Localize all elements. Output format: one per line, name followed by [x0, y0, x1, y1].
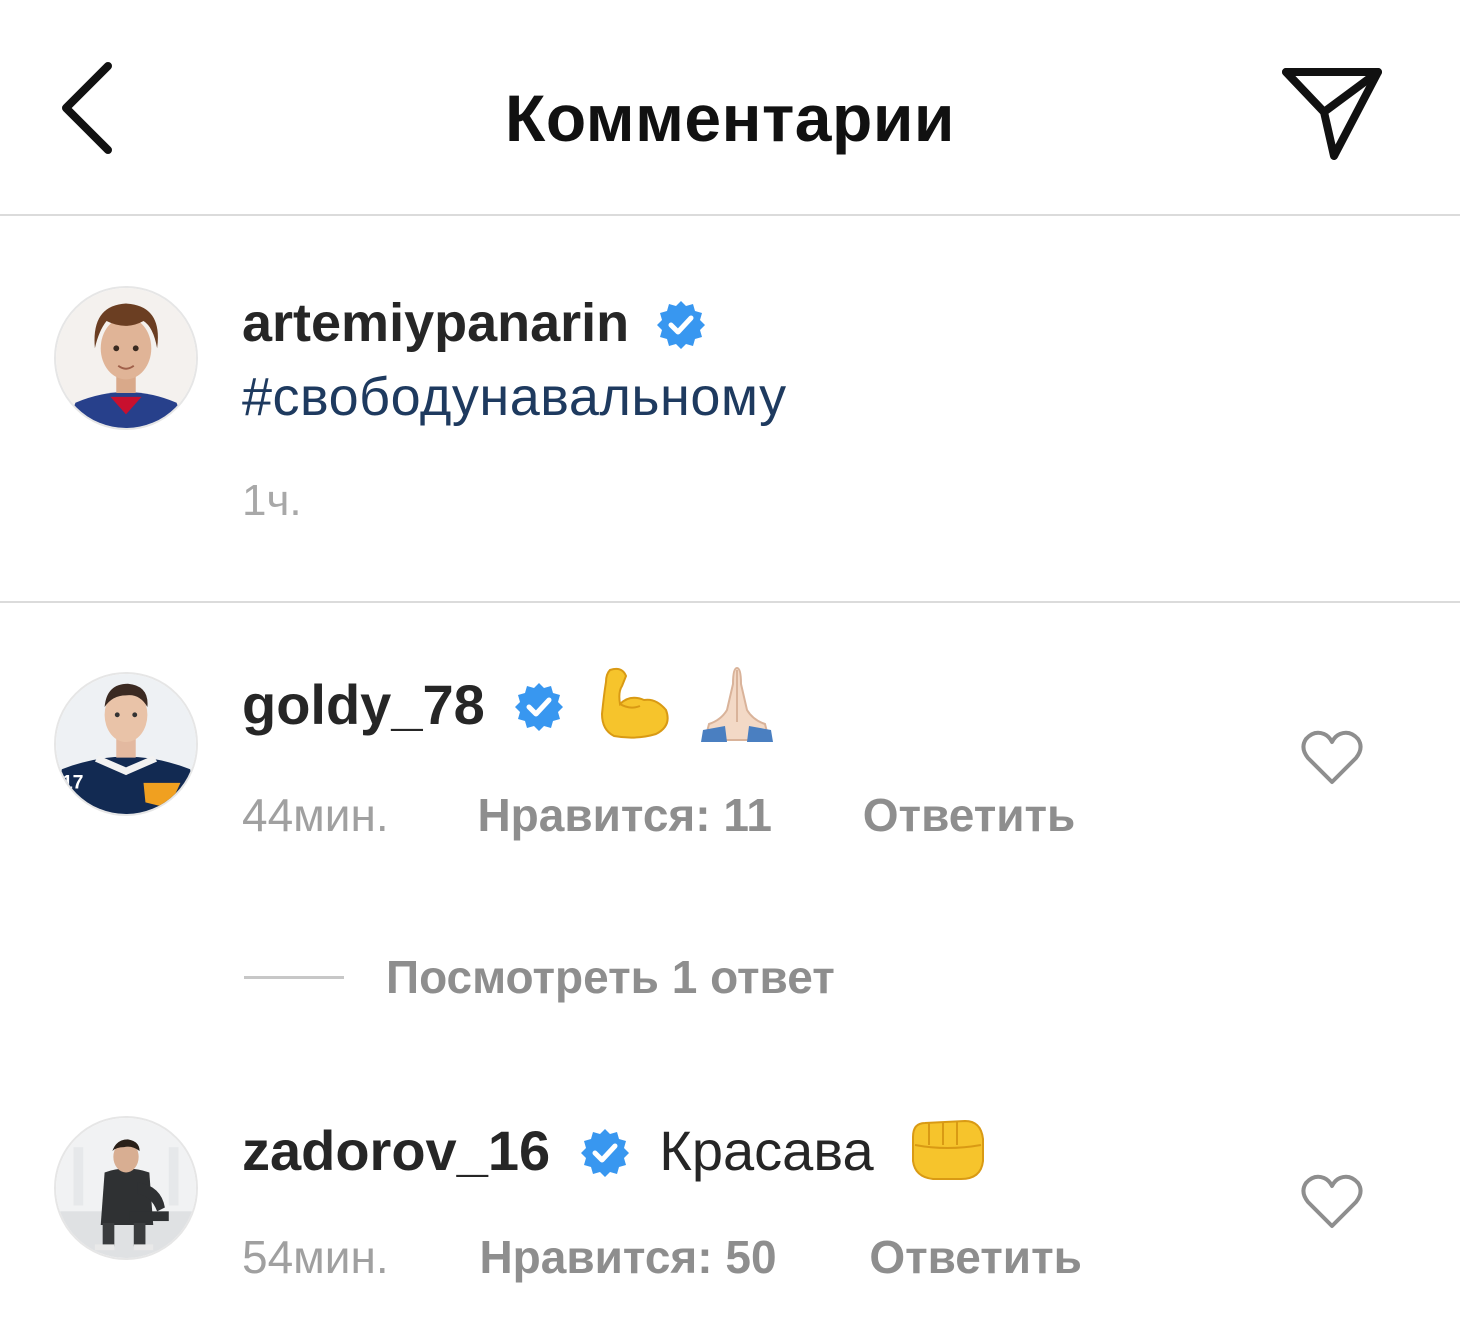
heart-outline-icon [1301, 1174, 1363, 1228]
comment-2-username[interactable]: zadorov_16 [242, 1119, 550, 1182]
share-button[interactable] [1278, 62, 1388, 162]
view-replies-button[interactable]: Посмотреть 1 ответ [244, 950, 835, 1010]
avatar-image [56, 288, 196, 428]
comment-2-likes[interactable]: Нравится: 50 [479, 1230, 776, 1284]
avatar-goldy_78[interactable]: 17 [54, 672, 198, 816]
comment-1-body: goldy_78 [242, 667, 779, 743]
page-title: Комментарии [505, 81, 955, 155]
caption-username[interactable]: artemiypanarin [242, 293, 629, 353]
avatar-artemiypanarin[interactable] [54, 286, 198, 430]
comment-2-meta: 54мин. Нравится: 50 Ответить [242, 1230, 1082, 1284]
comment-2-timestamp: 54мин. [242, 1231, 389, 1283]
svg-text:17: 17 [62, 772, 84, 794]
comment-1-likes[interactable]: Нравится: 11 [477, 788, 772, 842]
replies-divider-line [244, 975, 344, 979]
comments-screen: Комментарии artemiypanarin #свободунавал… [0, 0, 1460, 1337]
caption-hashtag[interactable]: #свободунавальному [242, 366, 787, 428]
view-replies-label: Посмотреть 1 ответ [386, 951, 835, 1003]
comment-1-timestamp: 44мин. [242, 789, 389, 841]
paper-plane-icon [1282, 68, 1382, 160]
oncoming-fist-emoji [912, 1120, 985, 1181]
caption-header: artemiypanarin [242, 292, 706, 354]
header-divider [0, 214, 1460, 216]
comment-2-like-button[interactable] [1300, 1172, 1364, 1230]
flexed-biceps-emoji [600, 668, 669, 739]
caption-divider [0, 601, 1460, 603]
comment-1-like-button[interactable] [1300, 728, 1364, 786]
comment-2-text: Красава [659, 1119, 874, 1182]
comment-1-reply-button[interactable]: Ответить [863, 788, 1076, 842]
header: Комментарии [0, 0, 1460, 216]
verified-badge-icon [657, 300, 706, 349]
folded-hands-emoji [701, 667, 774, 743]
avatar-image [56, 1118, 196, 1258]
avatar-zadorov_16[interactable] [54, 1116, 198, 1260]
comment-1-username[interactable]: goldy_78 [242, 673, 485, 736]
verified-badge-icon [515, 683, 564, 732]
comment-2-reply-button[interactable]: Ответить [869, 1230, 1082, 1284]
caption-timestamp: 1ч. [242, 476, 302, 525]
comment-2-body: zadorov_16 Красава [242, 1118, 987, 1185]
heart-outline-icon [1301, 730, 1363, 784]
comment-1-meta: 44мин. Нравится: 11 Ответить [242, 788, 1075, 842]
verified-badge-icon [580, 1129, 629, 1178]
avatar-image: 17 [56, 674, 196, 814]
